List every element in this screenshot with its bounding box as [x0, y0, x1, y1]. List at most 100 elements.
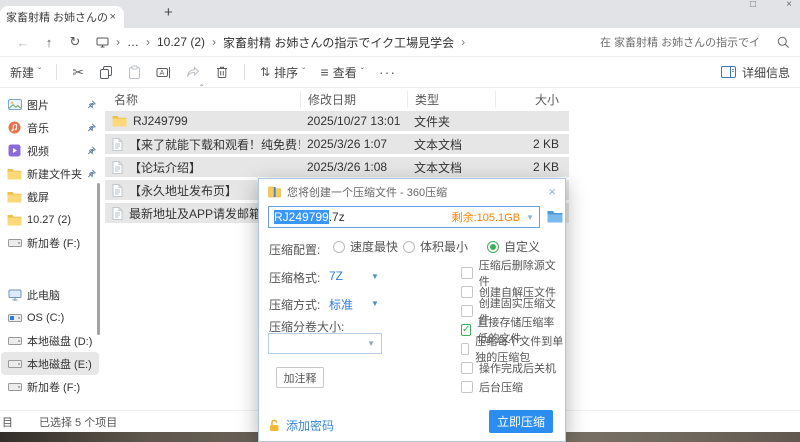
copy-icon[interactable]: [99, 65, 113, 79]
checkbox-icon: [461, 343, 469, 355]
more-options-icon[interactable]: ···: [379, 64, 396, 80]
checkbox-icon: [461, 381, 473, 393]
tab-bar: 家畜射精 お姉さんの指示でイク × + □ ×: [0, 0, 800, 28]
radio-2[interactable]: 体积最小: [403, 238, 468, 255]
sidebar-item[interactable]: 此电脑: [1, 283, 99, 306]
chevron-right-icon: ›: [146, 35, 150, 49]
method-value[interactable]: 标准: [329, 296, 353, 313]
sidebar-item[interactable]: 本地磁盘 (E:): [1, 352, 99, 375]
paste-icon[interactable]: [128, 65, 141, 79]
new-button[interactable]: 新建 ˇ: [10, 64, 41, 81]
add-comment-button[interactable]: 加注释: [276, 367, 324, 388]
pin-icon: [87, 146, 97, 155]
dialog-title: 您将创建一个压缩文件 - 360压缩: [287, 184, 447, 200]
file-size: 2 KB: [495, 160, 569, 174]
sidebar-item[interactable]: 视频: [1, 139, 99, 162]
sort-button[interactable]: ⇅ 排序 ˇ: [260, 64, 305, 81]
radio-icon: [333, 241, 345, 253]
checkbox-option[interactable]: 压缩每个文件到单独的压缩包: [461, 339, 565, 358]
share-icon[interactable]: [186, 66, 200, 79]
dropdown-icon: ▼: [367, 339, 375, 348]
tab-close-icon[interactable]: ×: [108, 11, 118, 23]
back-icon[interactable]: ←: [10, 35, 36, 50]
rename-icon[interactable]: A: [156, 65, 171, 79]
sidebar-item-label: 视频: [27, 143, 82, 159]
sidebar-item[interactable]: OS (C:): [1, 306, 99, 329]
file-size: 2 KB: [495, 137, 569, 151]
screen: 家畜射精 お姉さんの指示でイク × + □ × ← ↑ ↻ › … › 10.2…: [0, 0, 800, 442]
dialog-title-bar[interactable]: 您将创建一个压缩文件 - 360压缩 ×: [259, 179, 565, 204]
radio-1[interactable]: 速度最快: [333, 238, 398, 255]
file-type: 文本文档: [407, 159, 495, 176]
sidebar-item[interactable]: 本地磁盘 (D:): [1, 329, 99, 352]
folder-icon: [112, 115, 127, 127]
search-input[interactable]: [600, 36, 771, 48]
browse-folder-icon[interactable]: [547, 210, 563, 223]
pin-icon: [87, 100, 97, 109]
tab-title: 家畜射精 お姉さんの指示でイク: [6, 9, 108, 25]
column-header-date[interactable]: 修改日期: [300, 91, 407, 108]
add-password-link[interactable]: 添加密码: [269, 417, 334, 434]
folder-icon: [7, 191, 22, 203]
breadcrumb-current-folder[interactable]: 家畜射精 お姉さんの指示でイク工場見学会: [223, 34, 454, 51]
videos-icon: [7, 144, 22, 157]
sidebar-item-label: 10.27 (2): [27, 214, 97, 226]
file-name: RJ249799: [133, 114, 188, 128]
view-button-label: 查看: [333, 64, 357, 81]
radio-3[interactable]: 自定义: [487, 238, 540, 255]
checkbox-icon: [461, 286, 473, 298]
new-tab-button[interactable]: +: [164, 4, 173, 21]
sidebar-item[interactable]: 新加卷 (F:): [1, 231, 99, 254]
text-icon: [112, 138, 123, 151]
sidebar-item[interactable]: 音乐: [1, 116, 99, 139]
sidebar-item[interactable]: 10.27 (2): [1, 208, 99, 231]
volume-size-select[interactable]: ▼: [268, 333, 382, 354]
sidebar-item-label: 音乐: [27, 120, 82, 136]
dropdown-icon[interactable]: ▼: [526, 213, 534, 222]
search-icon[interactable]: [777, 36, 790, 49]
dropdown-icon[interactable]: ▼: [371, 299, 379, 308]
breadcrumb-ellipsis[interactable]: …: [127, 35, 139, 49]
maximize-button[interactable]: □: [750, 0, 756, 10]
method-label: 压缩方式:: [269, 296, 320, 313]
cut-icon[interactable]: ✂: [72, 64, 84, 81]
explorer-tab[interactable]: 家畜射精 お姉さんの指示でイク ×: [0, 6, 124, 28]
archive-name-input[interactable]: RJ249799 .7z 剩余:105.1GB ▼: [268, 206, 540, 228]
delete-icon[interactable]: [215, 65, 229, 79]
radio-label: 体积最小: [420, 238, 468, 255]
sidebar-item[interactable]: 截屏: [1, 185, 99, 208]
breadcrumb-folder[interactable]: 10.27 (2): [157, 35, 205, 49]
table-row[interactable]: 【论坛介绍】2025/3/26 1:08文本文档2 KB: [105, 157, 569, 177]
format-value[interactable]: 7Z: [329, 269, 343, 283]
refresh-icon[interactable]: ↻: [62, 34, 88, 50]
window-close-button[interactable]: ×: [786, 0, 792, 10]
sidebar-item-label: 新建文件夹: [27, 166, 82, 182]
sidebar-item[interactable]: 新加卷 (F:): [1, 375, 99, 398]
sidebar-item[interactable]: 新建文件夹: [1, 162, 99, 185]
table-row[interactable]: RJ2497992025/10/27 13:01文件夹: [105, 111, 569, 131]
sidebar-item-label: 截屏: [27, 189, 97, 205]
breadcrumb: › … › 10.27 (2) › 家畜射精 お姉さんの指示でイク工場見学会 ›: [96, 34, 600, 51]
add-password-label: 添加密码: [286, 417, 334, 434]
dialog-close-icon[interactable]: ×: [548, 184, 556, 199]
checkbox-option[interactable]: 后台压缩: [461, 377, 565, 396]
sidebar-item[interactable]: 图片: [1, 93, 99, 116]
navigation-sidebar: 图片音乐视频新建文件夹截屏 10.27 (2) 新加卷 (F:) 此电脑OS (C:)…: [0, 88, 100, 410]
sidebar-item-label: 本地磁盘 (D:): [27, 333, 97, 349]
dropdown-icon[interactable]: ▼: [371, 272, 379, 281]
format-label: 压缩格式:: [269, 269, 320, 286]
column-header-type[interactable]: 类型: [407, 91, 495, 108]
view-button[interactable]: ≡ 查看 ˇ: [321, 64, 365, 81]
up-icon[interactable]: ↑: [36, 35, 62, 50]
compress-now-button[interactable]: 立即压缩: [489, 410, 553, 433]
address-bar: ← ↑ ↻ › … › 10.27 (2) › 家畜射精 お姉さんの指示でイク工…: [0, 28, 800, 57]
details-pane-toggle[interactable]: 详细信息: [721, 64, 790, 81]
chevron-right-icon: ›: [461, 35, 465, 49]
file-date: 2025/3/26 1:07: [300, 137, 407, 151]
table-row[interactable]: 【来了就能下载和观看！纯免费！】2025/3/26 1:07文本文档2 KB: [105, 134, 569, 154]
this-pc-icon[interactable]: [96, 37, 109, 48]
sort-button-label: 排序: [274, 64, 298, 81]
svg-text:A: A: [160, 70, 165, 77]
checkbox-option[interactable]: 压缩后删除源文件: [461, 263, 565, 282]
column-header-size[interactable]: 大小: [495, 91, 569, 108]
